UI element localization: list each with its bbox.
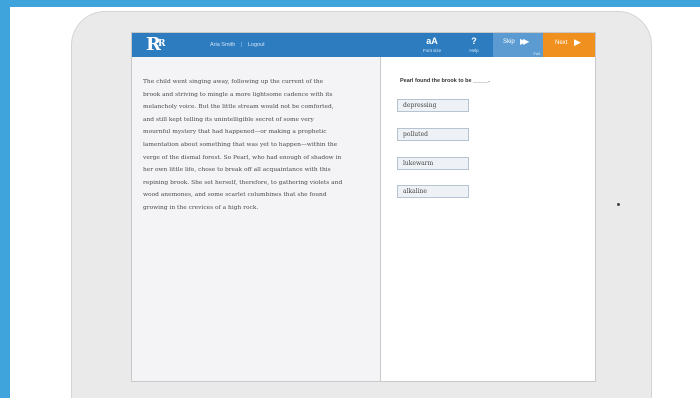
passage-line: melancholy voice. But the little stream … [143,104,334,111]
app-logo[interactable]: RR [146,34,166,56]
play-arrow-icon: ▶ [574,37,581,47]
skip-label: Skip [503,39,515,45]
answer-option[interactable]: lukewarm [397,157,469,170]
font-size-icon: aA [426,36,438,46]
passage-line: growing in the crevices of a high rock. [143,204,259,211]
passage-line: repining brook. She set herself, therefo… [143,179,343,186]
next-button[interactable]: Next ▶ [543,33,595,57]
skip-sub-label: Full [533,51,540,56]
cursor-dot [617,203,620,206]
help-icon: ? [471,36,477,46]
answer-option[interactable]: depressing [397,99,469,112]
font-size-button[interactable]: aA Font size [415,33,449,57]
help-label: Help [469,48,479,53]
passage-line: lamentation about something that was yet… [143,141,338,148]
passage-text: The child went singing away, following u… [143,76,369,215]
help-button[interactable]: ? Help [457,33,491,57]
passage-line: The child went singing away, following u… [143,79,324,85]
question-prompt: Pearl found the brook to be _____. [400,78,490,84]
passage-line: brook and striving to mingle a more ligh… [143,91,333,98]
answer-option[interactable]: polluted [397,128,469,141]
answer-option[interactable]: alkaline [397,185,469,198]
question-pane: Pearl found the brook to be _____. depre… [382,57,595,381]
fast-forward-icon: ▶▶ [520,37,529,46]
passage-line: her own little life, chose to break off … [143,167,331,174]
app-screen: RR Aria Smith | Logout aA Font size ? He… [131,32,596,382]
passage-line: verge of the dismal forest. So Pearl, wh… [143,154,342,161]
user-links: Aria Smith | Logout [210,33,265,57]
top-bar: RR Aria Smith | Logout aA Font size ? He… [132,33,595,57]
reading-pane: The child went singing away, following u… [132,57,381,381]
passage-line: wood anemones, and some scarlet columbin… [143,192,327,199]
link-separator: | [240,42,243,48]
user-name-link[interactable]: Aria Smith [210,42,235,48]
logout-link[interactable]: Logout [248,42,265,48]
font-size-label: Font size [422,48,442,53]
next-label: Next [555,40,568,46]
page-border [0,0,10,398]
passage-line: and still kept telling its unintelligibl… [143,116,314,123]
passage-line: mournful mystery that had happened—or ma… [143,129,327,136]
skip-button[interactable]: Skip ▶▶ Full [493,33,543,57]
